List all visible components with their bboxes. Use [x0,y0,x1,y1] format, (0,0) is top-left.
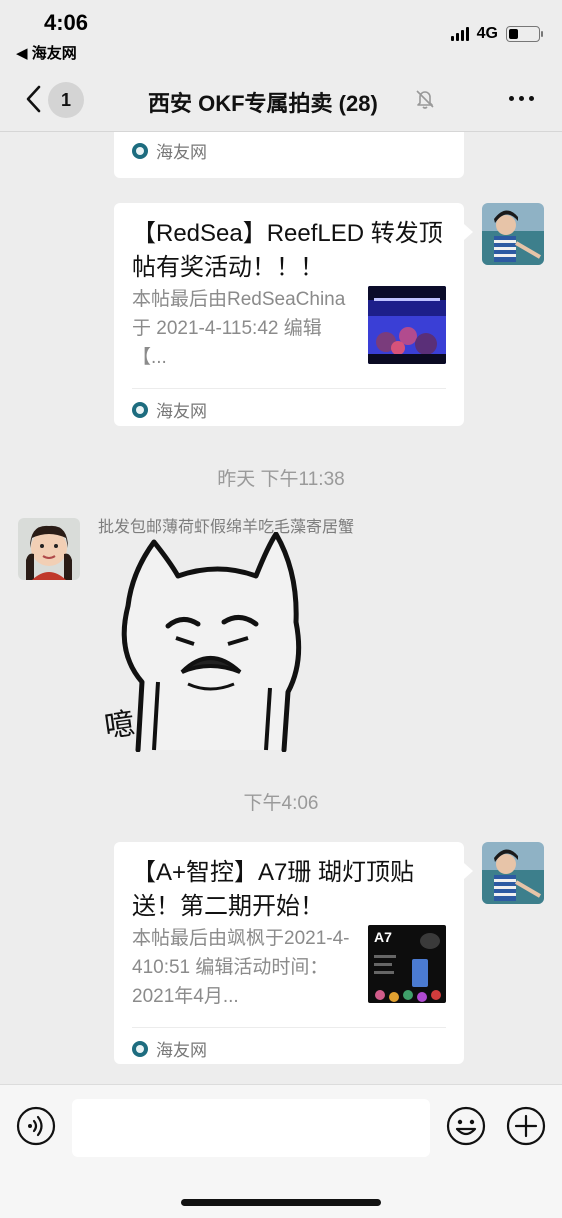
card-thumbnail [368,286,446,364]
card-title: 【RedSea】ReefLED 转发顶帖有奖活动！！！ [132,220,443,281]
shared-link-card[interactable]: 海友网 [114,132,464,178]
my-avatar[interactable] [482,203,544,265]
card-divider [132,1027,446,1028]
back-to-app-link[interactable]: ◀ 海友网 [16,42,77,63]
shared-link-card[interactable]: 【A+智控】A7珊 瑚灯顶贴送！第二期开始！ 本帖最后由飒枫于2021-4-41… [114,842,464,1064]
source-logo-icon [132,142,148,159]
chevron-left-icon[interactable] [20,84,50,114]
network-type: 4G [476,25,498,42]
emoji-icon[interactable] [446,1106,486,1146]
status-time: 4:06 [44,10,89,35]
sender-avatar[interactable] [18,518,80,580]
card-description: 本帖最后由飒枫于2021-4-410:51 编辑活动时间：2021年4月... [132,928,350,1007]
card-source: 海友网 [132,138,207,163]
card-thumbnail: A7 [368,925,446,1003]
voice-icon[interactable] [16,1106,56,1146]
message-input[interactable] [72,1099,430,1157]
input-bar [0,1084,562,1218]
more-dots-icon[interactable] [509,96,534,101]
status-bar: 4:06 ◀ 海友网 4G [0,0,562,70]
card-title: 【A+智控】A7珊 瑚灯顶贴送！第二期开始！ [132,859,415,920]
my-avatar[interactable] [482,842,544,904]
battery-icon [506,26,543,42]
home-indicator [181,1199,381,1206]
card-source: 海友网 [132,1036,207,1061]
card-source: 海友网 [132,397,207,422]
sticker-text: 噫 [102,706,137,745]
signal-icon [450,27,469,41]
source-logo-icon [132,401,148,418]
cat-sticker[interactable]: 噫 [98,531,330,753]
shared-link-card[interactable]: 【RedSea】ReefLED 转发顶帖有奖活动！！！ 本帖最后由RedSeaC… [114,203,464,426]
message-list[interactable]: 海友网 【RedSea】ReefLED 转发顶帖有奖活动！！！ 本帖最后由Red… [0,132,562,1084]
card-description: 本帖最后由RedSeaChina 于 2021-4-115:42 编辑【... [132,289,346,368]
chat-title: 西安 OKF专属拍卖 (28) [148,91,378,116]
card-source-label: 海友网 [156,143,207,162]
card-divider [132,388,446,389]
source-logo-icon [132,1040,148,1057]
chat-header: 1 西安 OKF专属拍卖 (28) [0,70,562,132]
card-source-label: 海友网 [156,402,207,421]
status-indicators: 4G [450,25,543,43]
timestamp: 下午4:06 [243,793,319,814]
unread-count-badge[interactable]: 1 [48,82,84,118]
plus-icon[interactable] [506,1106,546,1146]
timestamp: 昨天 下午11:38 [217,469,345,490]
card-source-label: 海友网 [156,1041,207,1060]
bubble-tail [464,224,473,240]
bubble-tail [464,863,473,879]
mute-bell-icon [416,90,434,109]
